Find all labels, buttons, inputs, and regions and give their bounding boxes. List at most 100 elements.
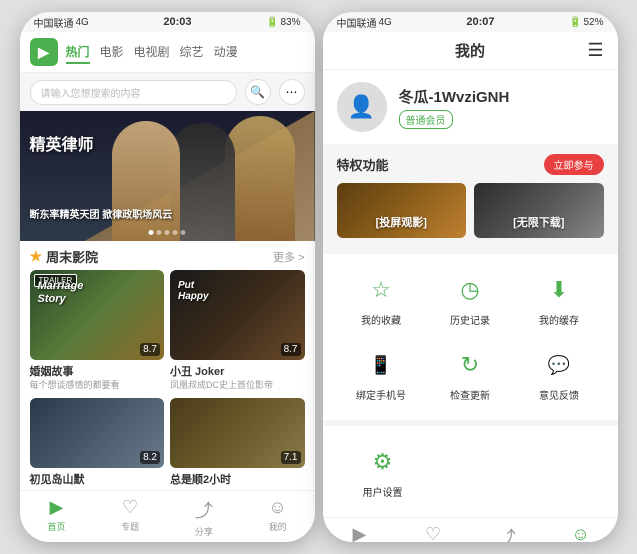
right-share-icon: ⤴ (498, 524, 516, 542)
right-nav-mine[interactable]: ☺ 我的 (544, 524, 618, 542)
history-icon: ◷ (452, 272, 488, 308)
left-nav-topic[interactable]: ♡ 专题 (93, 497, 167, 538)
movie-name-2: 初见岛山默 (30, 471, 165, 487)
weekend-title-text: 周末影院 (46, 247, 98, 266)
right-battery: 🔋52% (569, 17, 603, 28)
topic-label: 专题 (121, 520, 139, 533)
cache-icon: ⬇ (541, 272, 577, 308)
function-history[interactable]: ◷ 历史记录 (426, 262, 515, 337)
special-cards: [投屏观影] [无限下载] (337, 183, 604, 238)
right-nav-home[interactable]: ▶ 首页 (323, 524, 397, 542)
right-home-icon: ▶ (352, 524, 366, 542)
menu-icon[interactable]: ☰ (587, 40, 603, 61)
left-nav-share[interactable]: ⤴ 分享 (167, 497, 241, 538)
movie-card-1[interactable]: 8.7 PutHappy 小丑 Joker 凤凰叔成DC史上首位影帝 (170, 270, 305, 392)
user-info: 冬瓜-1WvziGNH 普通会员 (399, 86, 604, 129)
hero-subtitle: 断东率精英天团 掀律政职场风云 (30, 206, 173, 221)
feedback-icon: 💬 (541, 347, 577, 383)
join-button[interactable]: 立即参与 (544, 154, 604, 175)
left-signal: 中国联通 4G (34, 15, 89, 30)
settings-row: ⚙ 用户设置 (323, 420, 618, 517)
more-button[interactable]: 更多 > (273, 249, 304, 265)
movie-card-2[interactable]: 8.2 初见岛山默 (30, 398, 165, 487)
dot-1 (149, 230, 154, 235)
left-nav-mine[interactable]: ☺ 我的 (241, 497, 315, 538)
weekend-section-header: ★ 周末影院 更多 > (20, 241, 315, 270)
movie-grid-row2: 8.2 初见岛山默 7.1 总是顺2小时 (20, 392, 315, 487)
function-favorites[interactable]: ☆ 我的收藏 (337, 262, 426, 337)
function-grid: ☆ 我的收藏 ◷ 历史记录 ⬇ 我的缓存 📱 绑定手机号 ↻ 检查更新 💬 意见 (323, 248, 618, 420)
search-input[interactable]: 请输入您想搜索的内容 (30, 80, 237, 105)
update-label: 检查更新 (450, 387, 490, 402)
left-battery: 🔋83% (266, 17, 300, 28)
left-phone: 中国联通 4G 20:03 🔋83% ▶ 热门 电影 电视剧 综艺 动漫 请输入… (20, 12, 315, 542)
share-icon[interactable]: ⋯ (279, 79, 305, 105)
function-feedback[interactable]: 💬 意见反馈 (515, 337, 604, 412)
nav-tab-hot[interactable]: 热门 (66, 41, 90, 64)
right-nav-share[interactable]: ⤴ 分享 (470, 524, 544, 542)
nav-tab-movie[interactable]: 电影 (100, 41, 124, 64)
movie-desc-0: 每个想谈感情的都要看 (30, 380, 165, 392)
share-nav-icon: ⤴ (195, 497, 213, 523)
dot-4 (173, 230, 178, 235)
left-time: 20:03 (163, 16, 191, 28)
nav-tabs: 热门 电影 电视剧 综艺 动漫 (66, 41, 305, 64)
movie-score-1: 8.7 (281, 343, 301, 356)
movie-score-3: 7.1 (281, 451, 301, 464)
nav-tab-tv[interactable]: 电视剧 (134, 41, 170, 64)
movie-desc-1: 凤凰叔成DC史上首位影帝 (170, 380, 305, 392)
dot-5 (181, 230, 186, 235)
nav-tab-anime[interactable]: 动漫 (214, 41, 238, 64)
user-badge: 普通会员 (399, 110, 453, 129)
history-label: 历史记录 (450, 312, 490, 327)
hero-dots (149, 230, 186, 235)
favorites-label: 我的收藏 (361, 312, 401, 327)
function-update[interactable]: ↻ 检查更新 (426, 337, 515, 412)
special-header: 特权功能 立即参与 (337, 154, 604, 175)
download-label: [无限下载] (474, 214, 604, 230)
special-card-screen[interactable]: [投屏观影] (337, 183, 467, 238)
right-bottom-nav: ▶ 首页 ♡ 专题 ⤴ 分享 ☺ 我的 (323, 517, 618, 542)
feedback-label: 意见反馈 (539, 387, 579, 402)
avatar-icon: 👤 (348, 94, 375, 120)
right-mine-icon: ☺ (571, 524, 589, 542)
hero-title: 精英律师 (30, 131, 94, 155)
function-cache[interactable]: ⬇ 我的缓存 (515, 262, 604, 337)
right-nav-topic[interactable]: ♡ 专题 (396, 524, 470, 542)
search-bar: 请输入您想搜索的内容 🔍 ⋯ (20, 73, 315, 111)
settings-icon: ⚙ (365, 444, 401, 480)
left-nav-home[interactable]: ▶ 首页 (20, 497, 94, 538)
function-bind-phone[interactable]: 📱 绑定手机号 (337, 337, 426, 412)
avatar: 👤 (337, 82, 387, 132)
hero-banner[interactable]: 精英律师 断东率精英天团 掀律政职场风云 (20, 111, 315, 241)
special-card-download[interactable]: [无限下载] (474, 183, 604, 238)
dot-3 (165, 230, 170, 235)
right-phone: 中国联通 4G 20:07 🔋52% 我的 ☰ 👤 冬瓜-1WvziGNH 普通… (323, 12, 618, 542)
home-label: 首页 (47, 520, 65, 533)
movie-thumb-3: 7.1 (170, 398, 305, 468)
movie-name-0: 婚姻故事 (30, 363, 165, 379)
movie-card-0[interactable]: TRAILER 8.7 MarriageStory 婚姻故事 每个想谈感情的都要… (30, 270, 165, 392)
update-icon: ↻ (452, 347, 488, 383)
movie-thumb-1: 8.7 PutHappy (170, 270, 305, 360)
search-icon[interactable]: 🔍 (245, 79, 271, 105)
mine-label: 我的 (269, 520, 287, 533)
right-topic-icon: ♡ (425, 524, 441, 542)
left-status-bar: 中国联通 4G 20:03 🔋83% (20, 12, 315, 32)
movie-card-3[interactable]: 7.1 总是顺2小时 (170, 398, 305, 487)
mine-icon: ☺ (268, 497, 286, 518)
user-profile: 👤 冬瓜-1WvziGNH 普通会员 (323, 70, 618, 144)
settings-label: 用户设置 (363, 484, 403, 499)
share-label: 分享 (195, 525, 213, 538)
weekend-title: ★ 周末影院 (30, 247, 99, 266)
function-settings[interactable]: ⚙ 用户设置 (363, 434, 403, 509)
topic-icon: ♡ (122, 497, 138, 518)
app-logo[interactable]: ▶ (30, 38, 58, 66)
movie-score-0: 8.7 (140, 343, 160, 356)
movie-name-1: 小丑 Joker (170, 363, 305, 379)
page-title: 我的 (455, 40, 485, 61)
home-icon: ▶ (49, 497, 63, 518)
favorites-icon: ☆ (363, 272, 399, 308)
right-header: 我的 ☰ (323, 32, 618, 70)
nav-tab-variety[interactable]: 综艺 (180, 41, 204, 64)
